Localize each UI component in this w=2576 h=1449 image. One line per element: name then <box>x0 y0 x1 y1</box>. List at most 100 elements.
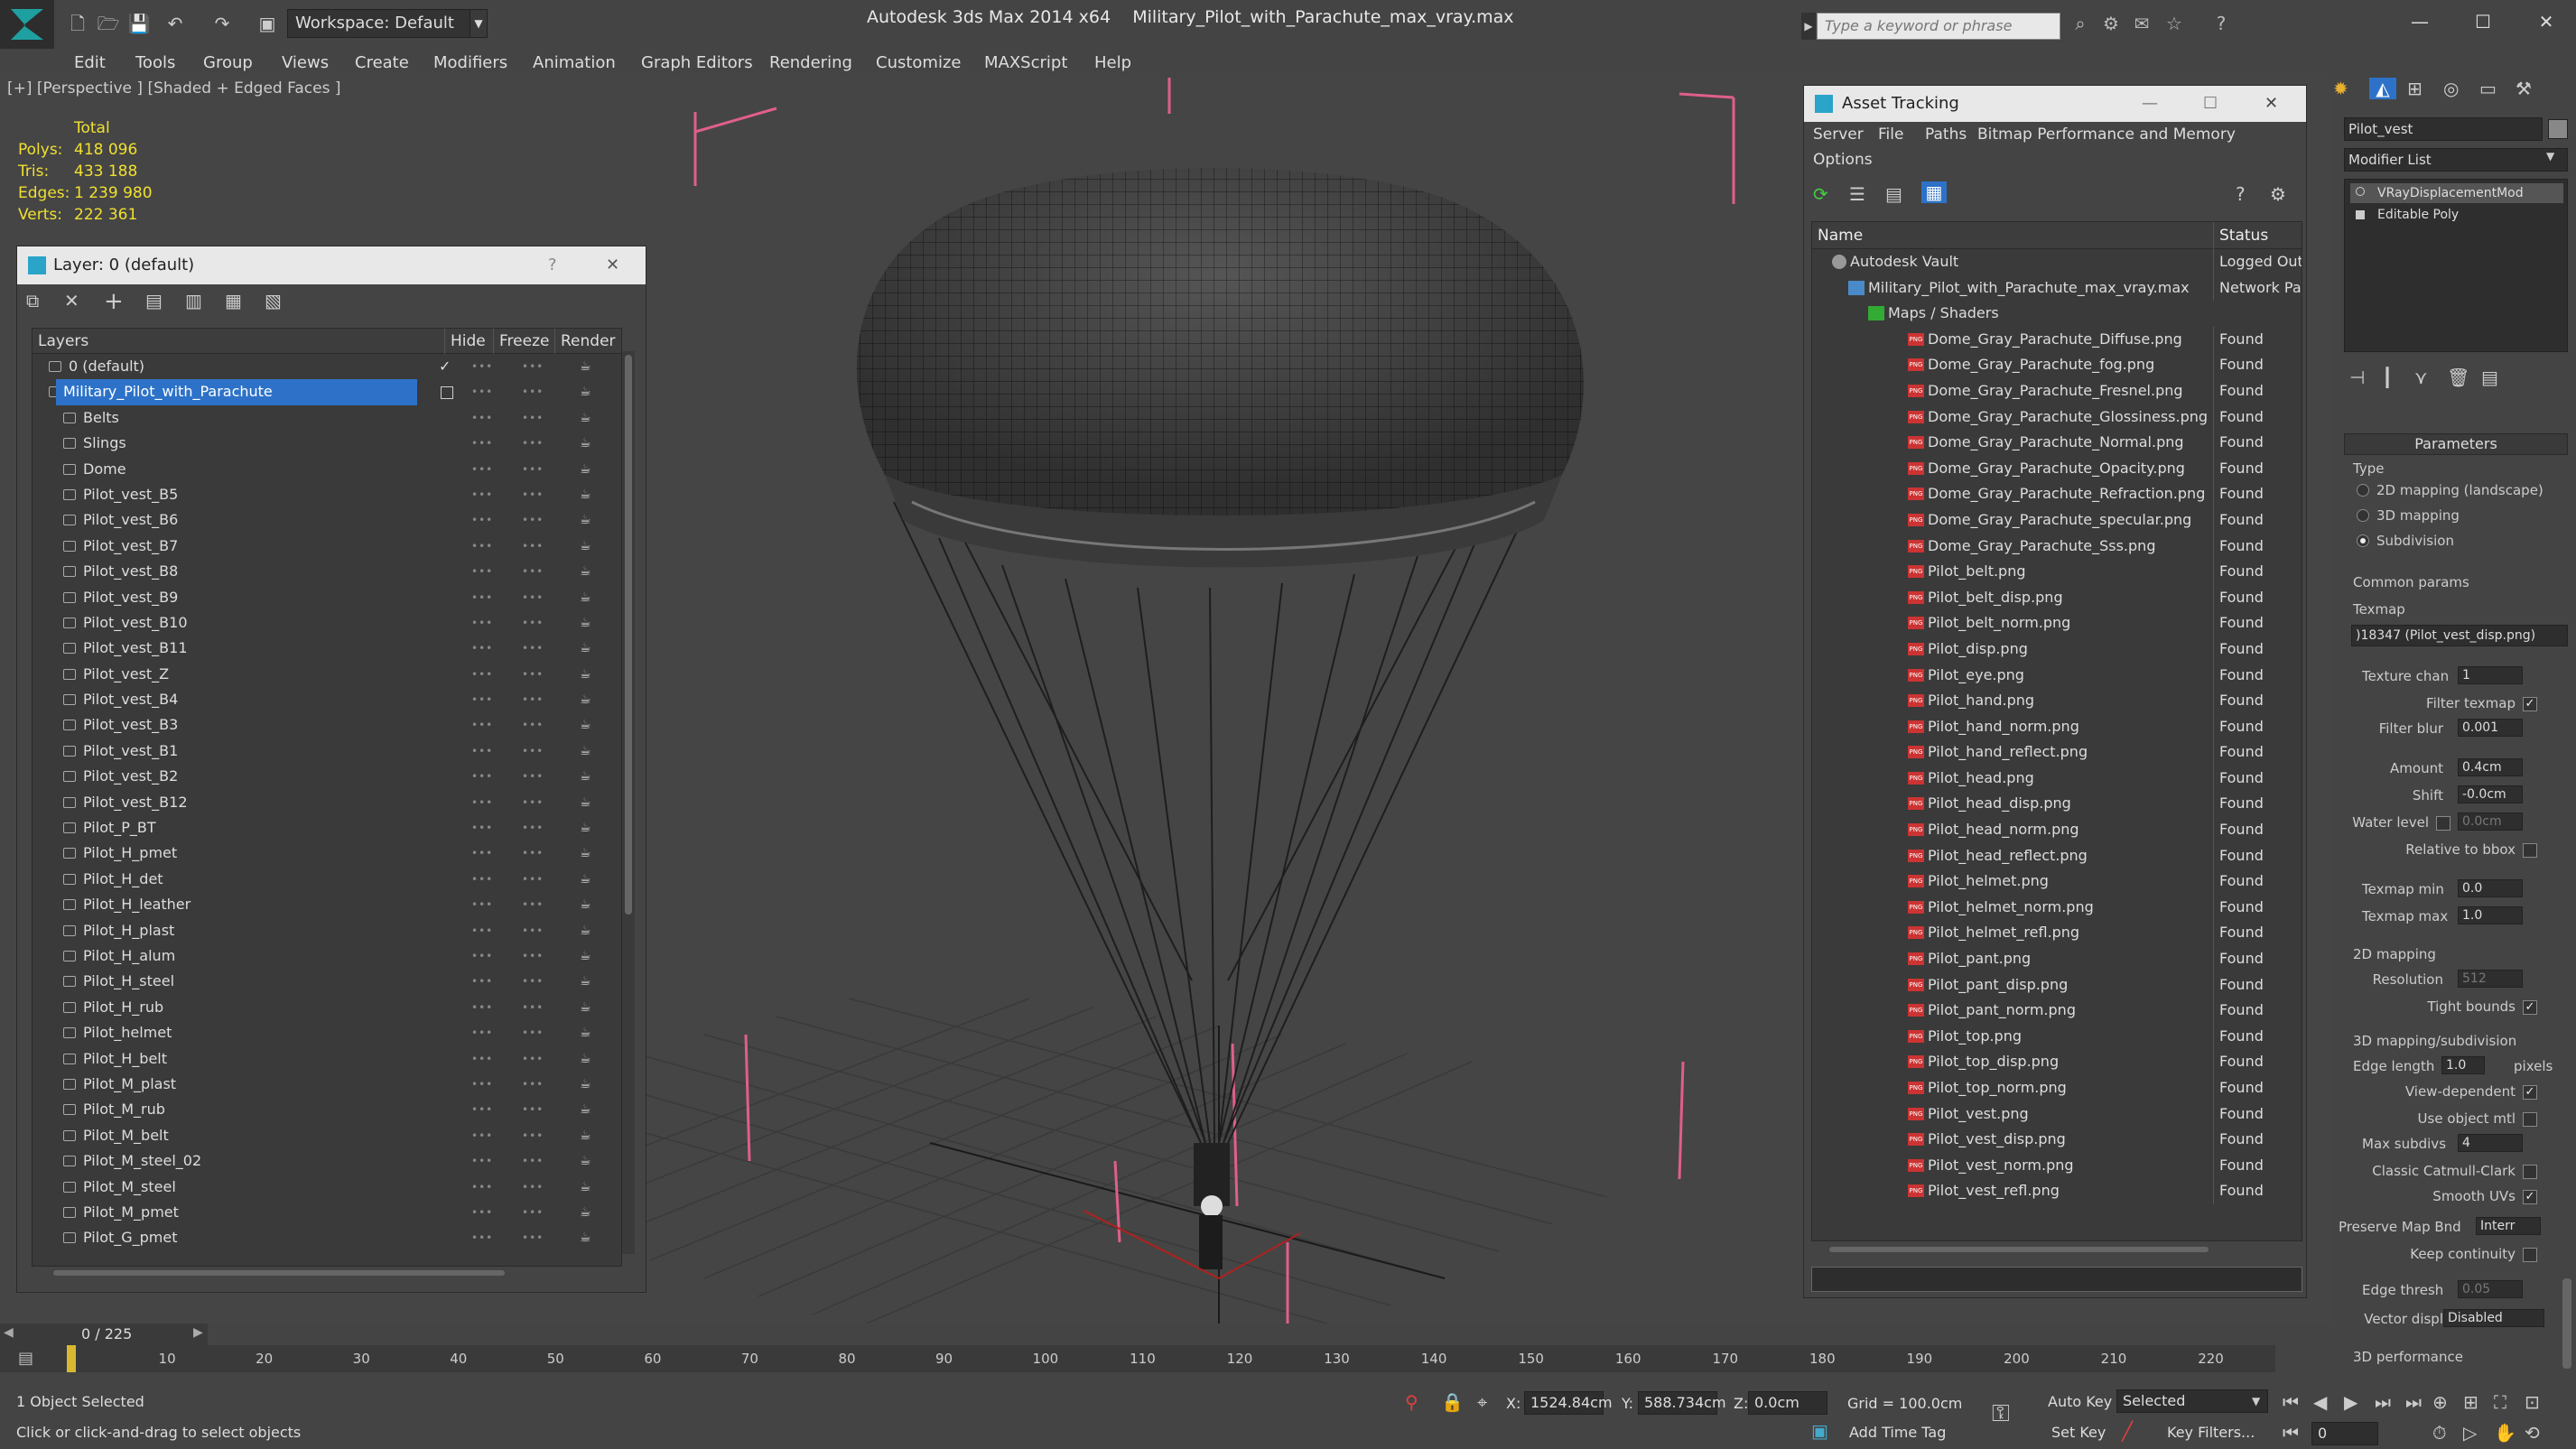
favorites-icon[interactable]: ☆ <box>2162 13 2187 38</box>
freeze-toggle[interactable]: ••• <box>522 610 544 636</box>
texmap-max-field[interactable]: 1.0 <box>2458 906 2523 924</box>
binoculars-icon[interactable]: ⌕ <box>2068 13 2093 38</box>
hide-toggle[interactable]: ••• <box>471 585 493 610</box>
open-file-icon[interactable]: 🗁 <box>96 11 121 36</box>
lightbulb-icon[interactable] <box>2356 187 2365 196</box>
create-layer-icon[interactable]: ⧉ <box>26 290 39 311</box>
layer-row[interactable]: Pilot_vest_B9 ••• ••• ☕ <box>33 585 621 610</box>
z-coord-field[interactable]: 0.0cm <box>1748 1391 1827 1415</box>
asset-file-row[interactable]: PNG Pilot_vest_refl.png Found <box>1812 1178 2302 1204</box>
asset-file-row[interactable]: PNG Pilot_hand_reflect.png Found <box>1812 739 2302 766</box>
hide-toggle[interactable]: ••• <box>471 534 493 559</box>
render-teapot-icon[interactable]: ☕ <box>580 764 591 789</box>
asset-file-row[interactable]: PNG Pilot_head_reflect.png Found <box>1812 842 2302 869</box>
workspace-select[interactable]: Workspace: Default <box>287 9 477 38</box>
zoom-extents-all-icon[interactable]: ⊡ <box>2525 1391 2540 1413</box>
freeze-toggle[interactable]: ••• <box>522 636 544 661</box>
key-mode-dropdown[interactable]: Selected <box>2116 1389 2268 1413</box>
hide-toggle[interactable]: ••• <box>471 815 493 841</box>
command-panel-scrollbar[interactable] <box>2562 1278 2571 1369</box>
hide-toggle[interactable]: ••• <box>471 1175 493 1200</box>
vector-displ-dropdown[interactable]: Disabled <box>2443 1309 2544 1327</box>
go-to-end-icon[interactable]: ⏭ <box>2405 1391 2422 1413</box>
render-teapot-icon[interactable]: ☕ <box>580 405 591 431</box>
type-3d-radio[interactable] <box>2357 509 2369 522</box>
layer-row[interactable]: Pilot_M_pmet ••• ••• ☕ <box>33 1200 621 1225</box>
layer-row[interactable]: Pilot_vest_B5 ••• ••• ☕ <box>33 482 621 507</box>
key-mode-arrow-icon[interactable]: ▼ <box>2252 1395 2260 1407</box>
render-teapot-icon[interactable]: ☕ <box>580 1148 591 1174</box>
menu-create[interactable]: Create <box>355 49 409 78</box>
absolute-mode-icon[interactable]: ⌖ <box>1477 1391 1487 1413</box>
asset-file-row[interactable]: PNG Dome_Gray_Parachute_Sss.png Found <box>1812 533 2302 560</box>
freeze-toggle[interactable]: ••• <box>522 815 544 841</box>
max-subdivs-field[interactable]: 4 <box>2458 1134 2523 1152</box>
render-teapot-icon[interactable]: ☕ <box>580 687 591 712</box>
water-level-field[interactable]: 0.0cm <box>2458 813 2523 831</box>
selection-lock-icon[interactable]: 🔒 <box>1441 1391 1464 1413</box>
render-teapot-icon[interactable]: ☕ <box>580 585 591 610</box>
mini-curve-editor-icon[interactable]: ▤ <box>18 1349 33 1368</box>
asset-file-row[interactable]: PNG Pilot_belt_norm.png Found <box>1812 610 2302 636</box>
col-render[interactable]: Render <box>554 329 616 354</box>
hide-toggle[interactable]: ••• <box>471 379 493 404</box>
layer-row[interactable]: Military_Pilot_with_Parachute ••• ••• ☕ <box>33 379 621 405</box>
render-teapot-icon[interactable]: ☕ <box>580 969 591 994</box>
asset-minimize-icon[interactable]: — <box>2142 86 2158 122</box>
object-name-field[interactable]: Pilot_vest <box>2344 117 2543 141</box>
new-file-icon[interactable]: 🗋 <box>65 11 90 36</box>
layer-row[interactable]: Slings ••• ••• ☕ <box>33 431 621 456</box>
app-menu-button[interactable] <box>0 0 54 49</box>
shift-field[interactable]: -0.0cm <box>2458 785 2523 803</box>
hide-toggle[interactable]: ••• <box>471 1072 493 1097</box>
render-teapot-icon[interactable]: ☕ <box>580 431 591 456</box>
render-teapot-icon[interactable]: ☕ <box>580 1123 591 1148</box>
amount-field[interactable]: 0.4cm <box>2458 758 2523 776</box>
render-teapot-icon[interactable]: ☕ <box>580 482 591 507</box>
asset-file-row[interactable]: PNG Pilot_head_norm.png Found <box>1812 817 2302 843</box>
menu-maxscript[interactable]: MAXScript <box>984 49 1067 78</box>
play-icon[interactable]: ▶ <box>2344 1391 2357 1413</box>
freeze-toggle[interactable]: ••• <box>522 559 544 584</box>
asset-file-row[interactable]: PNG Pilot_vest.png Found <box>1812 1101 2302 1128</box>
asset-file-row[interactable]: PNG Dome_Gray_Parachute_Fresnel.png Found <box>1812 377 2302 404</box>
filter-texmap-checkbox[interactable]: ✓ <box>2523 697 2537 711</box>
menu-customize[interactable]: Customize <box>876 49 961 78</box>
layer-row[interactable]: Pilot_vest_B3 ••• ••• ☕ <box>33 712 621 738</box>
remove-modifier-icon[interactable]: 🗑 <box>2447 367 2469 388</box>
freeze-toggle[interactable]: ••• <box>522 1072 544 1097</box>
freeze-toggle[interactable]: ••• <box>522 712 544 738</box>
freeze-toggle[interactable]: ••• <box>522 662 544 687</box>
active-layer-check-icon[interactable]: ✓ <box>439 354 451 379</box>
hide-toggle[interactable]: ••• <box>471 841 493 866</box>
freeze-toggle[interactable]: ••• <box>522 379 544 404</box>
asset-hscroll-thumb[interactable] <box>1829 1247 2209 1252</box>
asset-file-row[interactable]: PNG Pilot_head.png Found <box>1812 765 2302 792</box>
freeze-toggle[interactable]: ••• <box>522 969 544 994</box>
go-to-start-icon[interactable]: ⏮ <box>2283 1391 2299 1413</box>
layer-row[interactable]: Pilot_vest_B2 ••• ••• ☕ <box>33 764 621 789</box>
asset-menu-options[interactable]: Options <box>1813 151 1873 169</box>
freeze-toggle[interactable]: ••• <box>522 918 544 943</box>
workspace-dropdown-icon[interactable]: ▼ <box>470 9 488 38</box>
time-marker[interactable] <box>67 1345 76 1372</box>
keep-continuity-checkbox[interactable] <box>2523 1248 2537 1262</box>
utilities-tab-icon[interactable]: ⚒ <box>2516 78 2532 99</box>
hide-toggle[interactable]: ••• <box>471 790 493 815</box>
freeze-toggle[interactable]: ••• <box>522 943 544 969</box>
use-object-mtl-checkbox[interactable] <box>2523 1112 2537 1127</box>
hide-toggle[interactable]: ••• <box>471 892 493 917</box>
menu-views[interactable]: Views <box>282 49 329 78</box>
layer-row[interactable]: Pilot_H_belt ••• ••• ☕ <box>33 1046 621 1072</box>
render-teapot-icon[interactable]: ☕ <box>580 1046 591 1072</box>
next-frame-icon[interactable]: ▶ <box>193 1325 203 1340</box>
hide-toggle[interactable]: ••• <box>471 995 493 1020</box>
key-filter-icon[interactable]: ╱ <box>2122 1420 2133 1442</box>
freeze-toggle[interactable]: ••• <box>522 1097 544 1122</box>
type-2d-radio[interactable] <box>2357 484 2369 497</box>
render-teapot-icon[interactable]: ☕ <box>580 790 591 815</box>
hide-toggle[interactable]: ••• <box>471 687 493 712</box>
set-key-icon[interactable]: ⚿ <box>1992 1400 2010 1428</box>
asset-path-field[interactable] <box>1811 1267 2302 1292</box>
render-teapot-icon[interactable]: ☕ <box>580 1175 591 1200</box>
